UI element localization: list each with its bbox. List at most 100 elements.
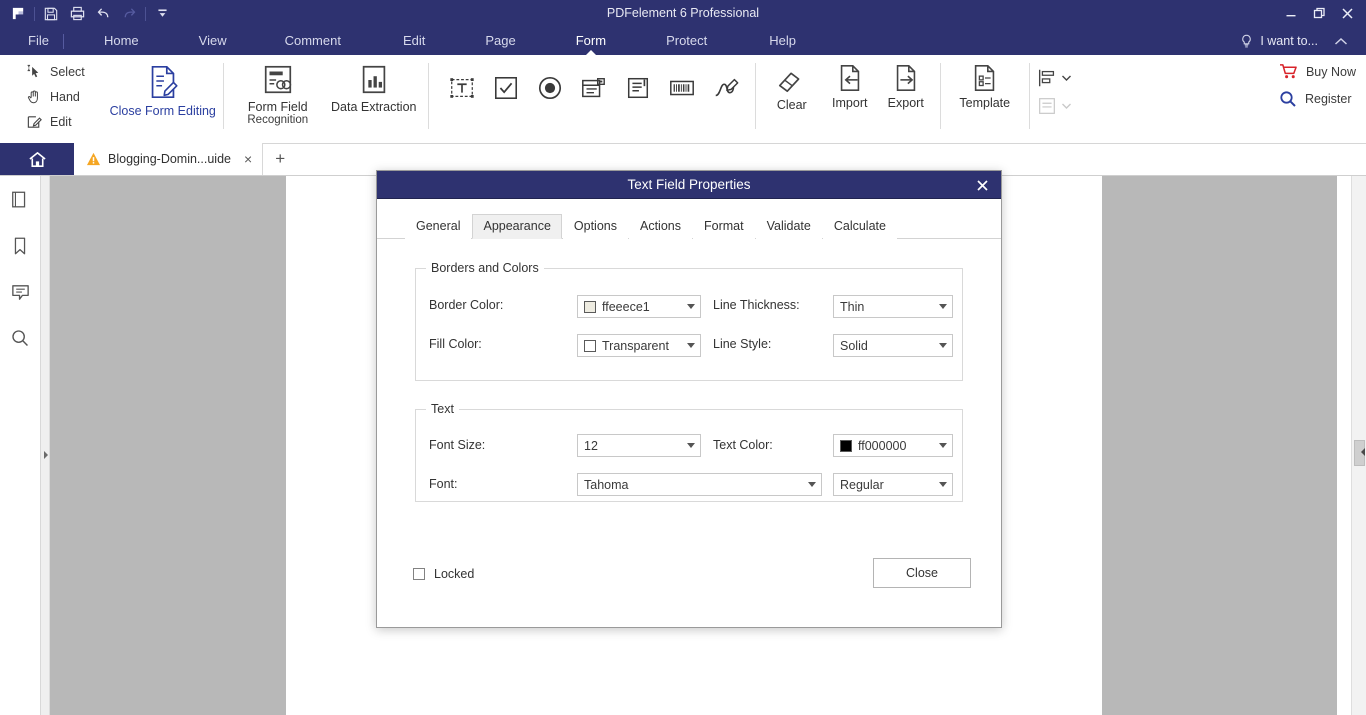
text-legend: Text [426,402,459,416]
document-tab[interactable]: Blogging-Domin...uide × [74,143,264,175]
font-chevron-down-icon[interactable] [803,474,821,495]
register-button[interactable]: Register [1279,90,1356,108]
tab-appearance[interactable]: Appearance [472,214,562,239]
distribute-dropdown [1036,95,1071,117]
font-style-combo[interactable]: Regular [833,473,953,496]
customize-qat-icon[interactable] [150,3,174,25]
tool-edit-label: Edit [50,115,72,129]
digital-signature-tool[interactable] [711,73,741,103]
close-button[interactable]: Close [873,558,971,588]
font-style-chevron-down-icon[interactable] [934,474,952,495]
chevron-up-icon[interactable] [1324,37,1358,46]
font-size-chevron-down-icon[interactable] [682,435,700,456]
menu-item-page[interactable]: Page [475,27,525,55]
menu-item-edit[interactable]: Edit [393,27,435,55]
menu-item-form[interactable]: Form [566,27,616,55]
lightbulb-icon [1239,34,1254,49]
menu-item-help[interactable]: Help [759,27,806,55]
font-combo[interactable]: Tahoma [577,473,822,496]
clear-button[interactable]: Clear [762,55,822,112]
close-icon[interactable] [1334,2,1360,26]
fill-color-chevron-down-icon[interactable] [682,335,700,356]
right-panel-collapse-arrow-icon[interactable] [1359,444,1366,460]
menu-item-view[interactable]: View [189,27,237,55]
data-extraction-button[interactable]: Data Extraction [326,55,422,114]
list-box-tool[interactable] [623,73,653,103]
ribbon-group-form-editing: Close Form Editing Form Field Recognitio… [109,55,435,144]
ribbon-group-tools: Select Hand Edit [0,55,85,133]
home-tab-button[interactable] [0,143,74,175]
text-color-combo[interactable]: ff000000 [833,434,953,457]
border-color-combo[interactable]: ffeeece1 [577,295,701,318]
undo-icon[interactable] [91,3,115,25]
form-field-recognition-icon [261,63,295,97]
combo-box-tool[interactable] [579,73,609,103]
new-tab-button[interactable]: + [263,143,297,175]
export-button[interactable]: Export [878,55,934,110]
app-logo-icon[interactable] [6,3,30,25]
text-color-swatch [840,439,852,452]
menu-item-comment[interactable]: Comment [275,27,351,55]
line-thickness-combo[interactable]: Thin [833,295,953,318]
buy-now-button[interactable]: Buy Now [1279,63,1356,80]
print-icon[interactable] [65,3,89,25]
border-color-swatch [584,300,596,313]
radio-button-tool[interactable] [535,73,565,103]
search-icon[interactable] [8,326,32,350]
locked-checkbox[interactable] [413,568,425,580]
menu-item-file[interactable]: File [18,27,59,55]
dialog-close-icon[interactable] [971,171,993,199]
bookmark-icon[interactable] [8,234,32,258]
cursor-select-icon [26,64,43,81]
title-bar: PDFelement 6 Professional [0,0,1366,27]
close-form-editing-button[interactable]: Close Form Editing [109,55,217,118]
border-color-value: ffeeece1 [602,299,650,314]
font-label-text: Font: [429,477,458,491]
text-color-label: Text Color: [713,438,773,452]
minimize-icon[interactable] [1278,2,1304,26]
data-extraction-icon [357,63,391,97]
comment-icon[interactable] [8,280,32,304]
sidebar-resize-handle[interactable] [41,176,50,715]
locked-checkbox-row[interactable]: Locked [413,567,474,581]
tab-options[interactable]: Options [562,214,628,239]
text-field-properties-dialog: Text Field Properties General Appearance… [376,170,1002,628]
import-button[interactable]: Import [822,55,878,110]
text-field-tool[interactable] [447,73,477,103]
save-icon[interactable] [39,3,63,25]
qat-divider [34,6,35,21]
restore-icon[interactable] [1306,2,1332,26]
border-color-chevron-down-icon[interactable] [682,296,700,317]
tool-hand[interactable]: Hand [26,86,85,108]
tool-select[interactable]: Select [26,61,85,83]
tab-actions[interactable]: Actions [629,214,692,239]
warning-triangle-icon [86,152,101,166]
line-thickness-chevron-down-icon[interactable] [934,296,952,317]
form-field-recognition-label-2: Recognition [247,114,309,126]
menu-item-home[interactable]: Home [94,27,149,55]
text-color-chevron-down-icon[interactable] [934,435,952,456]
form-field-recognition-button[interactable]: Form Field Recognition [230,55,326,127]
barcode-tool[interactable] [667,73,697,103]
font-size-combo[interactable]: 12 [577,434,701,457]
document-tab-close-icon[interactable]: × [238,151,252,167]
tab-validate[interactable]: Validate [755,214,822,239]
template-button[interactable]: Template [947,55,1023,110]
check-box-tool[interactable] [491,73,521,103]
line-style-combo[interactable]: Solid [833,334,953,357]
dialog-tabs: General Appearance Options Actions Forma… [377,199,1001,239]
tab-calculate[interactable]: Calculate [822,214,897,239]
sidebar-expand-arrow-icon[interactable] [41,448,50,462]
menu-item-protect[interactable]: Protect [656,27,717,55]
align-dropdown[interactable] [1036,67,1071,89]
line-style-chevron-down-icon[interactable] [934,335,952,356]
chevron-down-icon-2 [1061,103,1071,109]
tab-format[interactable]: Format [693,214,755,239]
fill-color-label-text: Fill Color: [429,337,482,351]
import-label: Import [832,96,868,110]
fill-color-combo[interactable]: Transparent [577,334,701,357]
tab-general[interactable]: General [405,214,472,239]
i-want-to-button[interactable]: I want to... [1239,34,1318,49]
tool-edit[interactable]: Edit [26,111,85,133]
thumbnails-icon[interactable] [8,188,32,212]
